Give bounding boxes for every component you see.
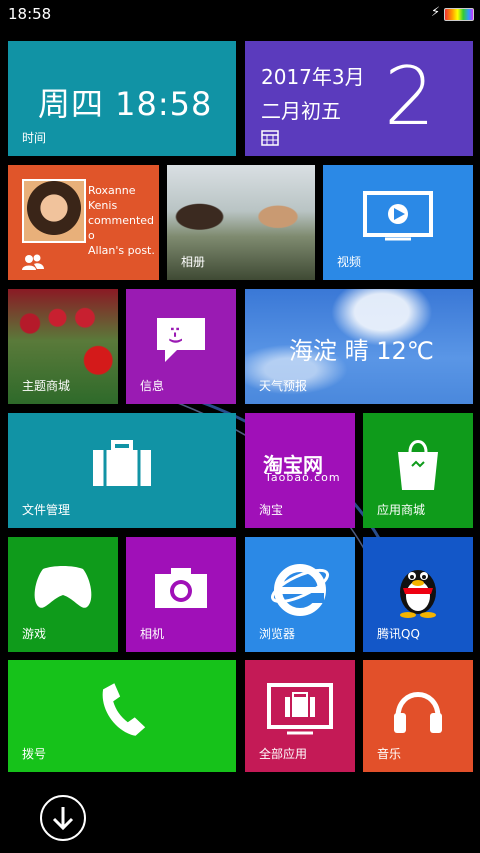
people-message: Roxanne Kenis commented o Allan's post. xyxy=(88,183,159,258)
message-line-2: commented o xyxy=(88,214,155,242)
avatar xyxy=(22,179,86,243)
tile-label: 天气预报 xyxy=(259,379,308,393)
xbox-controller-icon xyxy=(34,565,92,608)
tile-label: 浏览器 xyxy=(259,627,296,641)
tile-camera[interactable]: 相机 xyxy=(126,537,236,652)
calendar-icon xyxy=(261,130,279,146)
weather-text: 海淀 晴 12℃ xyxy=(289,337,434,365)
tile-label: 相册 xyxy=(181,255,206,269)
tile-label: 腾讯QQ xyxy=(377,627,420,641)
status-time: 18:58 xyxy=(8,5,52,23)
message-line-1: Roxanne Kenis xyxy=(88,184,136,212)
tile-label: 淘宝 xyxy=(259,503,284,517)
tile-dialer[interactable]: 拨号 xyxy=(8,660,236,772)
tile-messages[interactable]: :-) 信息 xyxy=(126,289,236,404)
tile-store[interactable]: 应用商城 xyxy=(363,413,473,528)
lightning-icon: ⚡ xyxy=(431,5,441,20)
battery-icon xyxy=(444,8,474,21)
tile-label: 时间 xyxy=(22,131,47,145)
calendar-day-number: 2 xyxy=(384,50,435,143)
tile-video[interactable]: 视频 xyxy=(323,165,473,280)
tile-people[interactable]: Roxanne Kenis commented o Allan's post. xyxy=(8,165,159,280)
headphones-icon xyxy=(394,692,442,734)
tile-label: 音乐 xyxy=(377,747,402,761)
clock-display: 周四 18:58 xyxy=(38,85,213,123)
tile-taobao[interactable]: 淘宝网 Taobao.com 淘宝 xyxy=(245,413,355,528)
tile-allapps[interactable]: 全部应用 xyxy=(245,660,355,772)
tile-qq[interactable]: 腾讯QQ xyxy=(363,537,473,652)
tile-calendar[interactable]: 2017年3月 二月初五 2 xyxy=(245,41,473,156)
taobao-url: Taobao.com xyxy=(265,471,341,484)
arrow-down-icon xyxy=(52,807,74,831)
tile-label: 应用商城 xyxy=(377,503,426,517)
tile-label: 信息 xyxy=(140,379,165,393)
people-icon xyxy=(22,254,44,270)
camera-icon xyxy=(155,567,207,608)
message-line-3: Allan's post. xyxy=(88,244,155,257)
qq-penguin-icon xyxy=(400,569,436,618)
briefcase-icon xyxy=(93,439,151,486)
tile-weather[interactable]: 海淀 晴 12℃ 天气预报 xyxy=(245,289,473,404)
all-apps-down-button[interactable] xyxy=(40,795,86,841)
tile-label: 游戏 xyxy=(22,627,47,641)
app-store-icon xyxy=(267,683,333,735)
tile-files[interactable]: 文件管理 xyxy=(8,413,236,528)
tile-label: 拨号 xyxy=(22,747,47,761)
shopping-bag-icon xyxy=(398,439,438,490)
tile-label: 主题商城 xyxy=(22,379,71,393)
calendar-date: 2017年3月 xyxy=(261,65,365,89)
ie-browser-icon xyxy=(270,563,330,616)
tile-themes[interactable]: 主题商城 xyxy=(8,289,118,404)
tile-music[interactable]: 音乐 xyxy=(363,660,473,772)
message-emoticon: :-) xyxy=(166,326,183,344)
tile-browser[interactable]: 浏览器 xyxy=(245,537,355,652)
calendar-lunar-date: 二月初五 xyxy=(261,99,341,123)
tile-label: 文件管理 xyxy=(22,503,71,517)
tile-label: 视频 xyxy=(337,255,362,269)
tile-label: 相机 xyxy=(140,627,165,641)
tile-label: 全部应用 xyxy=(259,747,308,761)
tile-games[interactable]: 游戏 xyxy=(8,537,118,652)
phone-handset-icon xyxy=(102,683,146,737)
tile-photos[interactable]: 相册 xyxy=(167,165,315,280)
video-play-icon xyxy=(363,190,433,241)
tile-clock[interactable]: 周四 18:58 时间 xyxy=(8,41,236,156)
status-bar: 18:58 ⚡ xyxy=(0,0,480,30)
